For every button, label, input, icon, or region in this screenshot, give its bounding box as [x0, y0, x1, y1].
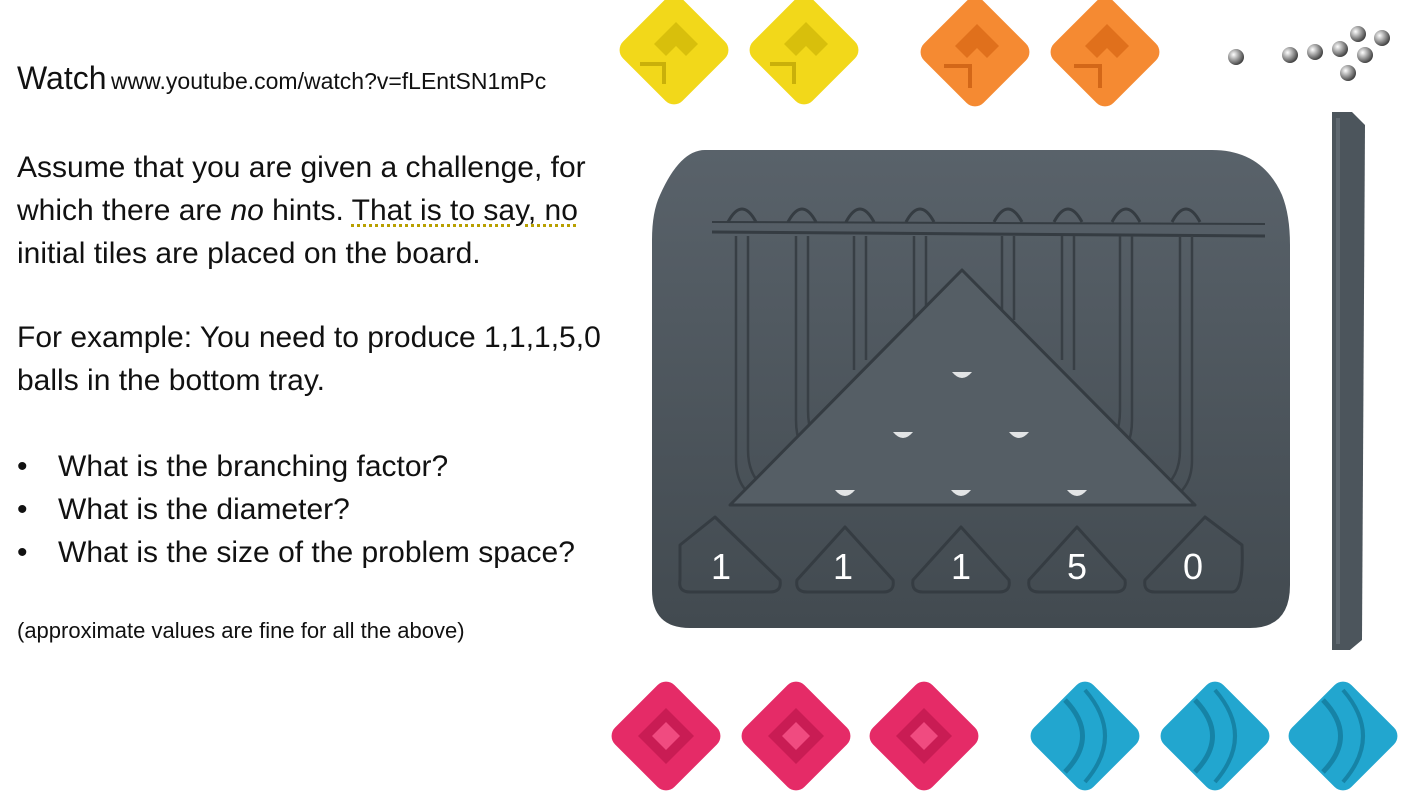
- yellow-tile: [619, 0, 729, 105]
- tray-count: 5: [1067, 546, 1087, 587]
- orange-tile: [920, 0, 1030, 107]
- pink-tile: [869, 681, 979, 791]
- blue-tile: [1030, 681, 1140, 791]
- blue-tile: [1288, 681, 1398, 791]
- orange-tile: [1050, 0, 1160, 107]
- puzzle-illustration: 1 1 1 5 0: [611, 0, 1398, 791]
- blue-tile: [1160, 681, 1270, 791]
- tray-count: 1: [833, 546, 853, 587]
- pink-tile: [741, 681, 851, 791]
- tray-count: 1: [711, 546, 731, 587]
- pink-tile: [611, 681, 721, 791]
- yellow-tile: [749, 0, 859, 105]
- tray-count: 1: [951, 546, 971, 587]
- tray-count: 0: [1183, 546, 1203, 587]
- steel-balls: [1228, 26, 1390, 81]
